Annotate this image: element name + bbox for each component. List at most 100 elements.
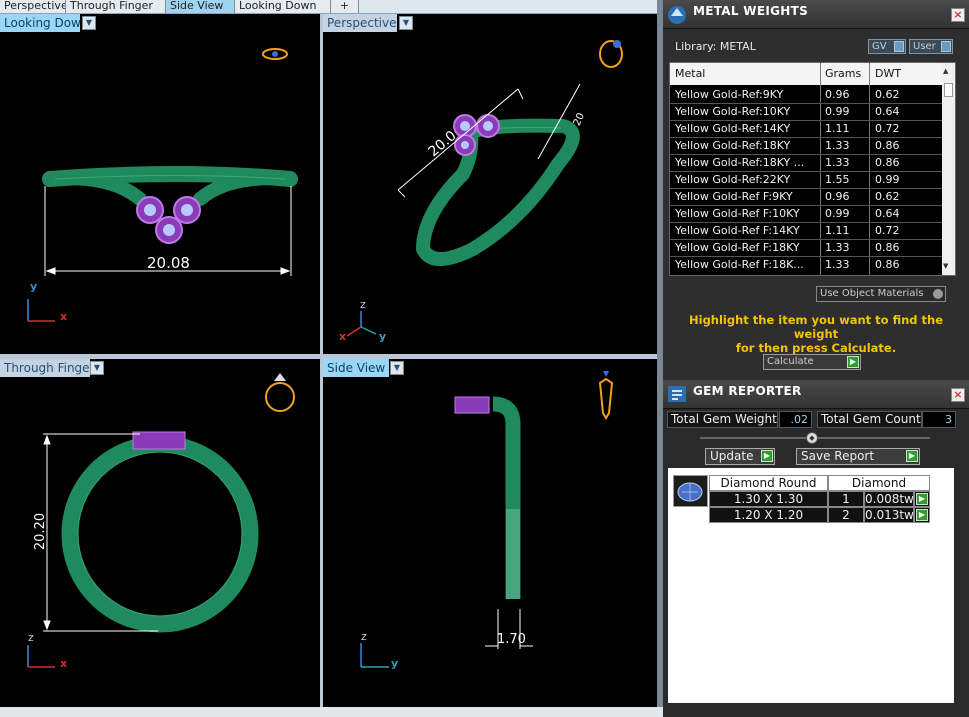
column-header-grams[interactable]: Grams (825, 67, 861, 80)
ring-thumbnail-icon (262, 48, 288, 60)
side-view-drawing (360, 371, 614, 668)
chevron-down-icon[interactable]: ▼ (90, 361, 104, 375)
stone-count: 2 (828, 507, 864, 523)
axis-gizmo (346, 311, 377, 337)
axis-x-label: x (60, 310, 68, 323)
total-gem-count-label: Total Gem Count (817, 411, 922, 428)
metal-weights-panel: METAL WEIGHTS × Library: METAL GV User M… (663, 0, 969, 380)
table-row[interactable]: Yellow Gold-Ref:10KY 0.99 0.64 (670, 103, 944, 120)
table-row[interactable]: Yellow Gold-Ref:9KY 0.96 0.62 (670, 86, 944, 103)
update-button[interactable]: Update ▶ (705, 448, 775, 465)
total-gem-weight-label: Total Gem Weight (667, 411, 778, 428)
axis-z-label: z (361, 630, 367, 643)
axis-x-label: x (339, 330, 347, 343)
library-label: Library: METAL (675, 40, 756, 53)
calculate-label: Calculate (767, 356, 814, 367)
add-tab-button[interactable]: + (331, 0, 359, 13)
diameter-dimension-label: 20.20 (33, 512, 49, 551)
user-toggle[interactable]: User (909, 39, 953, 54)
viewport-label-perspective[interactable]: Perspective (323, 14, 397, 32)
panel-title: GEM REPORTER (693, 384, 802, 398)
stone-setting-shape (132, 431, 186, 450)
table-row[interactable]: Yellow Gold-Ref F:18K... 1.33 0.86 (670, 256, 944, 273)
view-tab-strip: Perspective Through Finger Side View Loo… (0, 0, 657, 14)
viewport-perspective[interactable]: Perspective ▼ 20.0 20 z x y (323, 14, 657, 354)
scroll-down-icon[interactable]: ▼ (943, 262, 948, 270)
table-row[interactable]: Yellow Gold-Ref F:14KY 1.11 0.72 (670, 222, 944, 239)
axis-gizmo (360, 643, 389, 668)
slider-handle[interactable]: ◆ (806, 432, 818, 444)
scroll-thumb[interactable] (944, 83, 953, 97)
table-row[interactable]: Yellow Gold-Ref F:9KY 0.96 0.62 (670, 188, 944, 205)
looking-down-drawing (27, 48, 298, 322)
viewport-side-view[interactable]: Side View ▼ 1.70 z y (323, 359, 657, 707)
column-header-dwt[interactable]: DWT (875, 67, 901, 80)
axis-gizmo (27, 645, 55, 668)
ring-thumbnail-icon (598, 371, 614, 420)
viewport-label-looking-down[interactable]: Looking Down (0, 14, 88, 32)
calculate-button[interactable]: Calculate ▶ (763, 354, 861, 370)
table-row[interactable]: Yellow Gold-Ref F:10KY 0.99 0.64 (670, 205, 944, 222)
column-header-metal[interactable]: Metal (675, 67, 705, 80)
viewport-splitter-vertical[interactable] (320, 14, 323, 707)
stone-setting-shape (454, 396, 490, 414)
table-scrollbar[interactable]: ▲ ▼ (942, 63, 955, 275)
close-icon[interactable]: × (951, 8, 965, 22)
table-row[interactable]: Yellow Gold-Ref:14KY 1.11 0.72 (670, 120, 944, 137)
stone-row-action[interactable]: ▶ (914, 507, 930, 523)
tab-looking-down[interactable]: Looking Down (235, 0, 331, 13)
gem-material-header: Diamond (828, 475, 930, 491)
radio-icon[interactable] (933, 289, 943, 299)
play-icon: ▶ (847, 356, 859, 368)
close-icon[interactable]: × (951, 388, 965, 402)
axis-x-label: x (60, 657, 68, 670)
axis-z-label: z (360, 298, 366, 311)
axis-y-label: y (391, 657, 399, 670)
stone-row-action[interactable]: ▶ (914, 491, 930, 507)
ring-thumbnail-icon (265, 373, 295, 412)
metal-table[interactable]: Metal Grams DWT Yellow Gold-Ref:9KY 0.96 0… (669, 62, 956, 276)
diamond-round-icon (677, 482, 703, 502)
table-row[interactable]: Yellow Gold-Ref:18KY ... 1.33 0.86 (670, 154, 944, 171)
metal-weights-header: METAL WEIGHTS × (663, 0, 969, 29)
tab-perspective[interactable]: Perspective (0, 0, 66, 13)
axis-z-label: z (28, 631, 34, 644)
stone-cluster (136, 196, 201, 244)
use-object-materials-option[interactable]: Use Object Materials (816, 286, 946, 302)
viewport-splitter-horizontal[interactable] (0, 354, 657, 359)
table-row[interactable]: Yellow Gold-Ref:22KY 1.55 0.99 (670, 171, 944, 188)
chevron-down-icon[interactable]: ▼ (390, 361, 404, 375)
gem-thumbnail[interactable] (673, 475, 708, 507)
gem-reporter-header: GEM REPORTER × (663, 380, 969, 409)
save-report-label: Save Report (801, 449, 875, 463)
stone-count: 1 (828, 491, 864, 507)
stone-size[interactable]: 1.20 X 1.20 (709, 507, 828, 523)
save-report-button[interactable]: Save Report ▶ (796, 448, 920, 465)
toggle-label: User (913, 41, 936, 52)
gv-toggle[interactable]: GV (868, 39, 906, 54)
stone-size[interactable]: 1.30 X 1.30 (709, 491, 828, 507)
chevron-down-icon[interactable]: ▼ (399, 16, 413, 30)
table-row[interactable]: Yellow Gold-Ref:18KY 1.33 0.86 (670, 137, 944, 154)
toggle-label: GV (872, 41, 887, 52)
update-label: Update (710, 449, 754, 463)
axis-gizmo (27, 299, 55, 322)
tab-side-view[interactable]: Side View (166, 0, 235, 13)
play-icon: ▶ (916, 509, 928, 521)
chevron-down-icon[interactable]: ▼ (82, 16, 96, 30)
axis-y-label: y (30, 280, 38, 293)
viewport-label-through-finger[interactable]: Through Finger (0, 359, 95, 377)
table-row[interactable]: Yellow Gold-Ref F:18KY 1.33 0.86 (670, 239, 944, 256)
scroll-up-icon[interactable]: ▲ (943, 67, 948, 75)
gem-shape-header: Diamond Round (709, 475, 828, 491)
play-icon: ▶ (761, 450, 773, 462)
status-strip (0, 707, 663, 717)
width-dimension-label: 20.08 (147, 254, 190, 272)
play-icon: ▶ (906, 450, 918, 462)
viewport-through-finger[interactable]: Through Finger ▼ 20.20 z x (0, 359, 320, 707)
viewport-looking-down[interactable]: Looking Down ▼ 20.08 y x (0, 14, 320, 354)
scale-icon (668, 6, 686, 24)
tab-through-finger[interactable]: Through Finger (66, 0, 166, 13)
panel-title: METAL WEIGHTS (693, 4, 809, 18)
viewport-label-side-view[interactable]: Side View (323, 359, 389, 377)
